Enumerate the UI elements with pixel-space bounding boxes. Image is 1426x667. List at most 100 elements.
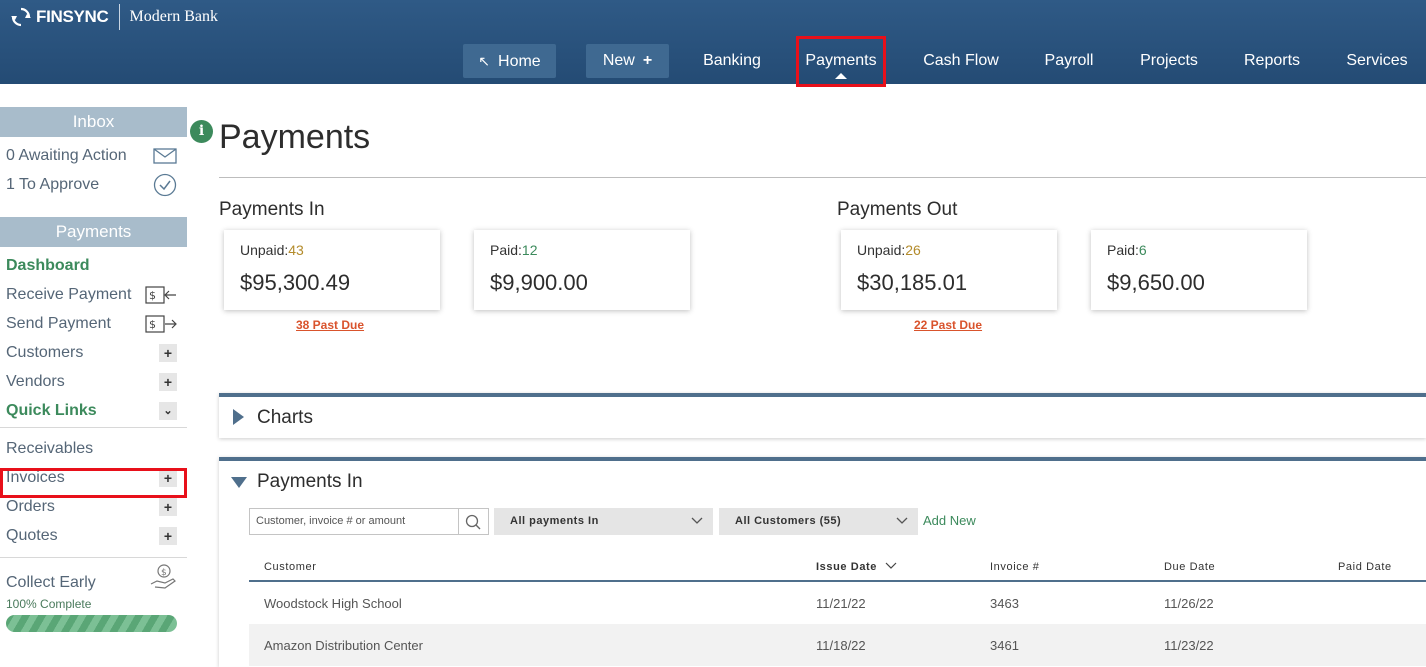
- column-header-customer[interactable]: Customer: [264, 561, 316, 573]
- paid-label: Paid:: [490, 242, 522, 258]
- column-header-due-date[interactable]: Due Date: [1164, 561, 1215, 573]
- chevron-down-icon: [896, 517, 908, 524]
- charts-panel-title: Charts: [257, 407, 313, 428]
- sidebar: Inbox 0 Awaiting Action 1 To Approve Pay…: [0, 107, 187, 632]
- add-customer-plus-icon[interactable]: +: [159, 344, 177, 362]
- payment-type-select[interactable]: All payments In: [494, 508, 713, 535]
- nav-payroll[interactable]: Payroll: [1036, 44, 1102, 78]
- svg-text:$: $: [161, 568, 167, 578]
- awaiting-action-label: 0 Awaiting Action: [6, 147, 127, 164]
- add-quote-plus-icon[interactable]: +: [159, 527, 177, 545]
- sidebar-item-quotes[interactable]: Quotes +: [0, 521, 187, 550]
- top-bar: FINSYNC Modern Bank ↖ Home New + Banking P…: [0, 0, 1426, 84]
- column-header-invoice[interactable]: Invoice #: [990, 561, 1039, 573]
- unpaid-count: 26: [905, 242, 921, 258]
- cell-customer: Amazon Distribution Center: [264, 638, 423, 653]
- search-icon: [465, 514, 481, 530]
- nav-banking[interactable]: Banking: [692, 44, 772, 78]
- add-new-link[interactable]: Add New: [923, 513, 976, 528]
- paid-label-row: Paid:6: [1107, 242, 1291, 258]
- brand-divider: [118, 4, 120, 30]
- sidebar-item-to-approve[interactable]: 1 To Approve: [0, 170, 187, 199]
- finsync-logo: FINSYNC: [10, 6, 109, 28]
- nav-services[interactable]: Services: [1338, 44, 1416, 78]
- svg-text:$: $: [149, 318, 156, 331]
- nav-new[interactable]: New +: [586, 44, 669, 78]
- payments-out-unpaid-card[interactable]: Unpaid:26 $30,185.01: [841, 230, 1057, 310]
- inbox-header: Inbox: [0, 107, 187, 137]
- customers-label: Customers: [6, 344, 84, 361]
- sync-icon: [11, 7, 31, 27]
- unpaid-label-row: Unpaid:26: [857, 242, 1041, 258]
- nav-payments[interactable]: Payments: [796, 44, 886, 79]
- payments-in-unpaid-card[interactable]: Unpaid:43 $95,300.49: [224, 230, 440, 310]
- bank-name: Modern Bank: [129, 8, 218, 25]
- payments-in-summary-label: Payments In: [219, 199, 325, 220]
- nav-cash-flow[interactable]: Cash Flow: [918, 44, 1004, 78]
- nav-projects[interactable]: Projects: [1132, 44, 1206, 78]
- sidebar-item-receivables[interactable]: Receivables: [0, 434, 187, 463]
- sidebar-item-quick-links[interactable]: Quick Links ⌄: [0, 396, 187, 425]
- sidebar-item-customers[interactable]: Customers +: [0, 338, 187, 367]
- paid-label-row: Paid:12: [490, 242, 674, 258]
- search-input[interactable]: Customer, invoice # or amount: [249, 508, 459, 535]
- column-header-issue-date[interactable]: Issue Date: [816, 561, 897, 573]
- brand-logo-text: FINSYNC: [36, 7, 109, 26]
- invoices-label: Invoices: [6, 469, 65, 486]
- sidebar-divider: [0, 557, 187, 558]
- payments-out-paid-card[interactable]: Paid:6 $9,650.00: [1091, 230, 1307, 310]
- brand[interactable]: FINSYNC Modern Bank: [10, 4, 218, 30]
- nav-home-label: Home: [498, 53, 541, 70]
- unpaid-label-row: Unpaid:43: [240, 242, 424, 258]
- customer-filter-select[interactable]: All Customers (55): [719, 508, 918, 535]
- paid-count: 12: [521, 242, 538, 258]
- table-row[interactable]: Woodstock High School 11/21/22 3463 11/2…: [249, 582, 1426, 624]
- collapse-caret-down-icon[interactable]: [231, 477, 247, 488]
- nav-reports[interactable]: Reports: [1236, 44, 1308, 78]
- send-payment-label: Send Payment: [6, 315, 111, 332]
- main-nav: ↖ Home New + Banking Payments Cash Flow Pa…: [0, 44, 1426, 79]
- add-vendor-plus-icon[interactable]: +: [159, 373, 177, 391]
- sidebar-item-invoices[interactable]: Invoices +: [0, 463, 187, 492]
- check-circle-icon: [153, 170, 177, 207]
- sidebar-item-awaiting-action[interactable]: 0 Awaiting Action: [0, 141, 187, 170]
- info-icon[interactable]: i: [190, 120, 213, 143]
- paid-amount: $9,900.00: [490, 270, 588, 295]
- cell-invoice: 3463: [990, 596, 1019, 611]
- svg-text:$: $: [149, 289, 156, 302]
- unpaid-label: Unpaid:: [857, 242, 906, 258]
- charts-panel[interactable]: Charts: [219, 393, 1426, 438]
- quick-links-label: Quick Links: [6, 402, 97, 419]
- expand-caret-right-icon: [233, 409, 244, 425]
- unpaid-amount: $95,300.49: [240, 270, 351, 295]
- sidebar-item-collect-early[interactable]: Collect Early $: [0, 564, 187, 597]
- add-invoice-plus-icon[interactable]: +: [159, 469, 177, 487]
- add-order-plus-icon[interactable]: +: [159, 498, 177, 516]
- sidebar-item-send-payment[interactable]: Send Payment $: [0, 309, 187, 338]
- cell-due-date: 11/23/22: [1164, 638, 1214, 653]
- payments-in-past-due-link[interactable]: 38 Past Due: [296, 318, 364, 332]
- sidebar-item-dashboard[interactable]: Dashboard: [0, 251, 187, 280]
- paid-count: 6: [1138, 242, 1147, 258]
- vendors-label: Vendors: [6, 373, 65, 390]
- arrow-up-left-icon: ↖: [478, 53, 491, 69]
- cell-issue-date: 11/21/22: [816, 596, 866, 611]
- issue-date-header-label: Issue Date: [816, 561, 878, 573]
- sidebar-item-vendors[interactable]: Vendors +: [0, 367, 187, 396]
- payments-in-paid-card[interactable]: Paid:12 $9,900.00: [474, 230, 690, 310]
- chevron-down-icon[interactable]: ⌄: [159, 402, 177, 420]
- payments-in-panel-title: Payments In: [257, 471, 363, 492]
- search-button[interactable]: [459, 508, 489, 535]
- cell-issue-date: 11/18/22: [816, 638, 866, 653]
- cell-due-date: 11/26/22: [1164, 596, 1214, 611]
- payments-header: Payments: [0, 217, 187, 247]
- nav-home[interactable]: ↖ Home: [463, 44, 556, 78]
- column-header-paid-date[interactable]: Paid Date: [1338, 561, 1392, 573]
- sidebar-divider: [0, 427, 187, 428]
- title-divider: [219, 177, 1426, 178]
- sidebar-item-orders[interactable]: Orders +: [0, 492, 187, 521]
- payments-out-past-due-link[interactable]: 22 Past Due: [914, 318, 982, 332]
- customer-filter-value: All Customers (55): [735, 515, 842, 527]
- sidebar-item-receive-payment[interactable]: Receive Payment $: [0, 280, 187, 309]
- cell-invoice: 3461: [990, 638, 1019, 653]
